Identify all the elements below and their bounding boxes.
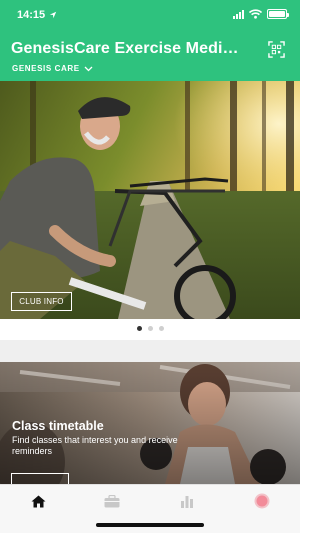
wifi-icon [249, 9, 262, 19]
battery-icon [267, 9, 289, 19]
card-description: Find classes that interest you and recei… [12, 435, 178, 456]
home-icon [31, 495, 45, 507]
chevron-down-icon [84, 66, 93, 71]
carousel-dot[interactable] [158, 326, 164, 331]
carousel-indicator [0, 326, 300, 331]
club-info-button[interactable]: CLUB INFO [11, 292, 72, 311]
tab-briefcase[interactable] [102, 493, 122, 509]
tab-profile[interactable] [252, 493, 272, 509]
home-indicator [96, 523, 204, 527]
carousel-dot[interactable] [147, 326, 153, 331]
bar-chart-icon [181, 495, 193, 508]
status-bar: 14:15 [0, 0, 300, 30]
qr-scan-icon[interactable] [268, 41, 285, 58]
briefcase-icon [104, 494, 120, 507]
app-title: GenesisCare Exercise Medi… [11, 40, 239, 57]
app-header: 14:15 GenesisCare Exercise Medi… GENESIS… [0, 0, 300, 81]
status-icons [233, 9, 289, 19]
location-arrow-icon [49, 11, 57, 19]
organization-label: GENESIS CARE [12, 64, 80, 73]
tab-home[interactable] [28, 493, 48, 509]
carousel-dot[interactable] [136, 326, 142, 331]
organization-selector[interactable]: GENESIS CARE [12, 64, 93, 73]
profile-circle-icon [254, 493, 270, 509]
status-time-text: 14:15 [17, 9, 46, 21]
status-time: 14:15 [17, 9, 57, 21]
tab-stats[interactable] [177, 493, 197, 509]
card-title: Class timetable [12, 419, 104, 433]
hero-image[interactable] [0, 81, 300, 319]
section-divider [0, 340, 300, 362]
cellular-signal-icon [233, 9, 244, 19]
cyclist-photo [0, 81, 300, 319]
